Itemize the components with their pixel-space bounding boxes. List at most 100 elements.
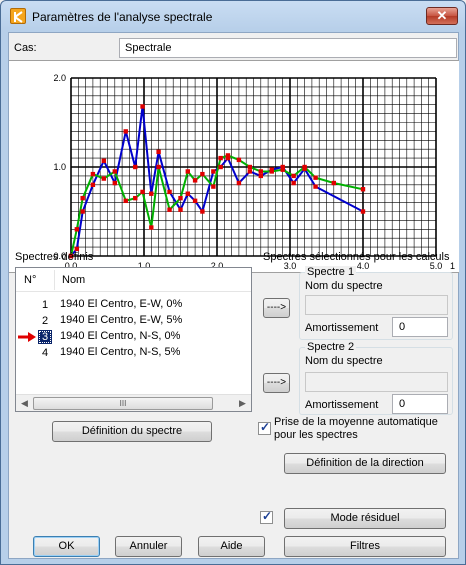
list-item-selected[interactable]: 3 1940 El Centro, N-S, 0%: [16, 329, 251, 345]
app-icon: [10, 8, 26, 24]
data-point: [101, 176, 107, 181]
list-item[interactable]: 2 1940 El Centro, E-W, 5%: [16, 313, 251, 329]
spectre1-name-field[interactable]: [305, 295, 448, 315]
list-item[interactable]: 4 1940 El Centro, N-S, 5%: [16, 345, 251, 361]
spectrum-chart: 0.0 1.0 2.0 3.0 4.0 5.0 1 0.0 1.0 2.0: [9, 60, 459, 273]
spectre2-name-field[interactable]: [305, 372, 448, 392]
spectre2-amort-field[interactable]: 0: [392, 394, 448, 414]
cas-value: Spectrale: [125, 42, 172, 54]
data-point: [247, 164, 253, 170]
data-point: [291, 173, 296, 179]
add-spectre2-button[interactable]: ---->: [263, 373, 290, 393]
spectres-list[interactable]: N° Nom 1 1940 El Centro, E-W, 0% 2 1940 …: [15, 267, 252, 412]
definition-spectre-button[interactable]: Définition du spectre: [52, 421, 212, 442]
data-point: [140, 104, 145, 109]
checkmark-icon: ✓: [260, 420, 271, 434]
residuel-checkbox[interactable]: ✓: [260, 509, 273, 524]
col-header-n[interactable]: N°: [24, 274, 36, 286]
spectre1-title: Spectre 1: [305, 266, 357, 278]
data-point: [74, 227, 80, 232]
data-point: [167, 207, 172, 212]
checkmark-icon: ✓: [262, 509, 273, 523]
data-point: [133, 164, 138, 170]
data-point: [185, 191, 190, 196]
data-point: [178, 195, 183, 201]
data-point: [192, 178, 198, 183]
data-point: [101, 158, 107, 163]
mode-residuel-button[interactable]: Mode résiduel: [284, 508, 446, 529]
col-header-divider[interactable]: [54, 270, 55, 290]
spectres-definis-title: Spectres définis: [15, 251, 94, 263]
data-point: [258, 173, 263, 179]
data-point: [247, 169, 253, 174]
list-item-number: 4: [41, 347, 49, 359]
data-point: [200, 171, 205, 177]
data-point: [302, 164, 307, 170]
data-point: [360, 187, 366, 192]
moyenne-checkbox[interactable]: ✓: [258, 420, 271, 435]
col-header-nom[interactable]: Nom: [62, 274, 85, 286]
data-point: [90, 182, 96, 187]
data-point: [200, 209, 205, 214]
aide-button[interactable]: Aide: [198, 536, 265, 557]
definition-direction-button[interactable]: Définition de la direction: [284, 453, 446, 474]
y-tick-label: 1.0: [53, 162, 66, 172]
list-item-name: 1940 El Centro, E-W, 5%: [60, 314, 183, 326]
data-point: [258, 169, 263, 174]
data-point: [178, 207, 183, 212]
data-point: [149, 225, 154, 230]
data-point: [211, 184, 216, 189]
data-point: [133, 195, 138, 201]
data-point: [331, 180, 336, 186]
data-point: [149, 191, 154, 196]
cas-field[interactable]: Spectrale: [119, 38, 457, 58]
data-point: [236, 157, 242, 163]
data-point: [140, 189, 145, 195]
spectrum-chart-svg: 0.0 1.0 2.0 3.0 4.0 5.0 10.01.02.0: [53, 73, 455, 271]
list-item-number: 3: [38, 330, 52, 344]
ok-button[interactable]: OK: [33, 536, 100, 557]
data-point: [112, 169, 117, 174]
filtres-button[interactable]: Filtres: [284, 536, 446, 557]
moyenne-label-line1: Prise de la moyenne automatique: [274, 416, 438, 428]
list-item-name: 1940 El Centro, N-S, 5%: [60, 346, 181, 358]
list-item-number: 2: [41, 315, 49, 327]
dialog-window: Paramètres de l'analyse spectrale ✕ Cas:…: [0, 0, 466, 565]
list-item-name: 1940 El Centro, E-W, 0%: [60, 298, 183, 310]
scroll-thumb[interactable]: III: [33, 397, 213, 410]
scroll-right-icon[interactable]: ▶: [235, 397, 250, 410]
data-point: [313, 175, 318, 180]
data-point: [112, 180, 117, 186]
x-unit-label: 1: [450, 261, 455, 271]
data-point: [167, 189, 172, 195]
horizontal-scrollbar[interactable]: ◀ III ▶: [16, 394, 251, 411]
y-tick-label: 2.0: [53, 73, 66, 83]
spectre1-name-label: Nom du spectre: [305, 280, 383, 292]
data-point: [123, 198, 128, 204]
annuler-button[interactable]: Annuler: [115, 536, 182, 557]
data-point: [211, 169, 216, 174]
title-bar[interactable]: Paramètres de l'analyse spectrale ✕: [1, 1, 465, 31]
close-button[interactable]: ✕: [426, 7, 458, 25]
list-item-number: 1: [41, 299, 49, 311]
spectre1-amort-field[interactable]: 0: [392, 317, 448, 337]
data-point: [236, 180, 242, 186]
red-arrow-icon: [18, 332, 36, 342]
list-item[interactable]: 1 1940 El Centro, E-W, 0%: [16, 297, 251, 313]
data-point: [90, 171, 96, 177]
spectre1-amort-label: Amortissement: [305, 322, 379, 334]
data-point: [269, 169, 274, 174]
spectre2-amort-label: Amortissement: [305, 399, 379, 411]
data-point: [192, 198, 198, 204]
add-spectre1-button[interactable]: ---->: [263, 298, 290, 318]
list-item-name: 1940 El Centro, N-S, 0%: [60, 330, 181, 342]
scroll-left-icon[interactable]: ◀: [17, 397, 32, 410]
data-point: [360, 209, 366, 214]
cas-label: Cas:: [14, 42, 37, 54]
data-point: [225, 153, 231, 158]
data-point: [280, 167, 285, 172]
spectre2-title: Spectre 2: [305, 341, 357, 353]
data-point: [156, 164, 161, 170]
data-point: [218, 164, 223, 170]
data-point: [80, 195, 85, 201]
